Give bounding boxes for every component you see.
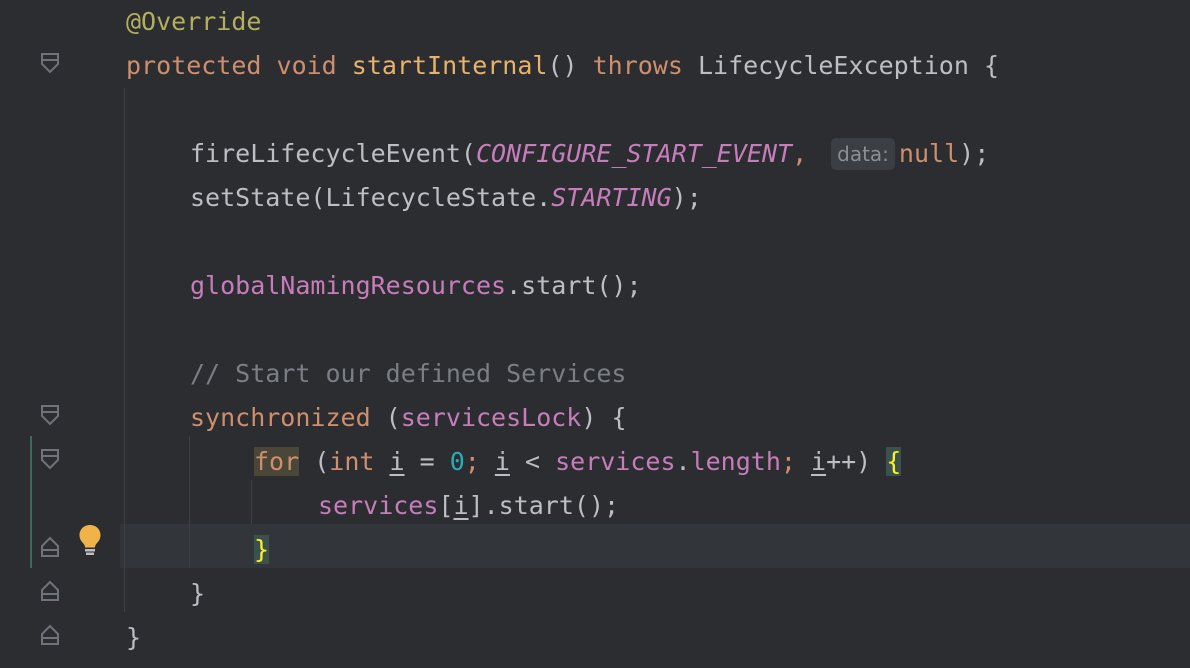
code-token: ++) bbox=[826, 447, 887, 476]
code-line-synchronized[interactable]: synchronized (servicesLock) { bbox=[190, 396, 627, 440]
code-token: fireLifecycleEvent( bbox=[190, 139, 476, 168]
code-line-for-close[interactable]: } bbox=[254, 528, 270, 572]
code-token: { bbox=[886, 447, 902, 476]
code-token: } bbox=[190, 579, 206, 608]
code-token: services bbox=[555, 447, 676, 476]
code-token: void bbox=[276, 51, 352, 80]
code-token: ( bbox=[385, 403, 401, 432]
code-line-services-start[interactable]: services[i].start(); bbox=[318, 484, 619, 528]
code-token: ); bbox=[671, 183, 702, 212]
code-token: = bbox=[404, 447, 450, 476]
code-token: () bbox=[547, 51, 593, 80]
code-token: startInternal bbox=[351, 51, 548, 80]
code-token: services bbox=[318, 491, 439, 520]
parameter-hint: data: bbox=[831, 138, 895, 170]
code-token: < bbox=[509, 447, 556, 476]
code-token: ; bbox=[780, 447, 811, 476]
code-token: setState(LifecycleState. bbox=[190, 183, 552, 212]
code-token: ( bbox=[299, 447, 330, 476]
code-line-method-sig[interactable]: protected void startInternal() throws Li… bbox=[126, 44, 999, 88]
code-token: ) { bbox=[581, 403, 627, 432]
code-token: i bbox=[494, 447, 510, 476]
code-token: for bbox=[254, 447, 300, 476]
code-token: i bbox=[811, 447, 827, 476]
code-token: LifecycleException { bbox=[697, 51, 999, 80]
code-token: protected bbox=[126, 51, 277, 80]
code-token: } bbox=[126, 623, 142, 652]
code-line-sync-close[interactable]: } bbox=[190, 572, 205, 616]
code-token: @Override bbox=[126, 7, 262, 36]
code-token: length bbox=[690, 447, 781, 476]
code-token: int bbox=[329, 447, 390, 476]
code-token: throws bbox=[592, 51, 698, 80]
code-token: 0 bbox=[449, 447, 465, 476]
code-token: ; bbox=[464, 447, 495, 476]
code-token: . bbox=[675, 447, 691, 476]
code-token: .start(); bbox=[506, 271, 642, 300]
code-editor[interactable]: @Override protected void startInternal() … bbox=[0, 0, 1190, 668]
code-token: ); bbox=[959, 139, 990, 168]
code-token: null bbox=[898, 139, 960, 168]
code-token: STARTING bbox=[551, 183, 672, 212]
code-line-fire-event[interactable]: fireLifecycleEvent(CONFIGURE_START_EVENT… bbox=[190, 132, 989, 176]
code-token: ].start(); bbox=[468, 491, 620, 520]
code-token: servicesLock bbox=[400, 403, 582, 432]
code-line-set-state[interactable]: setState(LifecycleState.STARTING); bbox=[190, 176, 702, 220]
code-line-global-naming[interactable]: globalNamingResources.start(); bbox=[190, 264, 642, 308]
code-token: // Start our defined Services bbox=[190, 359, 627, 388]
code-line-method-close[interactable]: } bbox=[126, 616, 141, 660]
code-token: i bbox=[453, 491, 469, 520]
code-token: , bbox=[792, 139, 808, 168]
code-line-override[interactable]: @Override bbox=[126, 0, 261, 44]
code-token: globalNamingResources bbox=[190, 271, 507, 300]
code-token: } bbox=[254, 535, 270, 564]
code-token: CONFIGURE_START_EVENT bbox=[475, 139, 793, 168]
code-token: synchronized bbox=[190, 403, 386, 432]
code-line-for-loop[interactable]: for (int i = 0; i < services.length; i++… bbox=[254, 440, 902, 484]
code-token: [ bbox=[438, 491, 454, 520]
code-token: i bbox=[389, 447, 405, 476]
code-area[interactable]: @Override protected void startInternal() … bbox=[0, 0, 1190, 668]
code-line-comment[interactable]: // Start our defined Services bbox=[190, 352, 627, 396]
